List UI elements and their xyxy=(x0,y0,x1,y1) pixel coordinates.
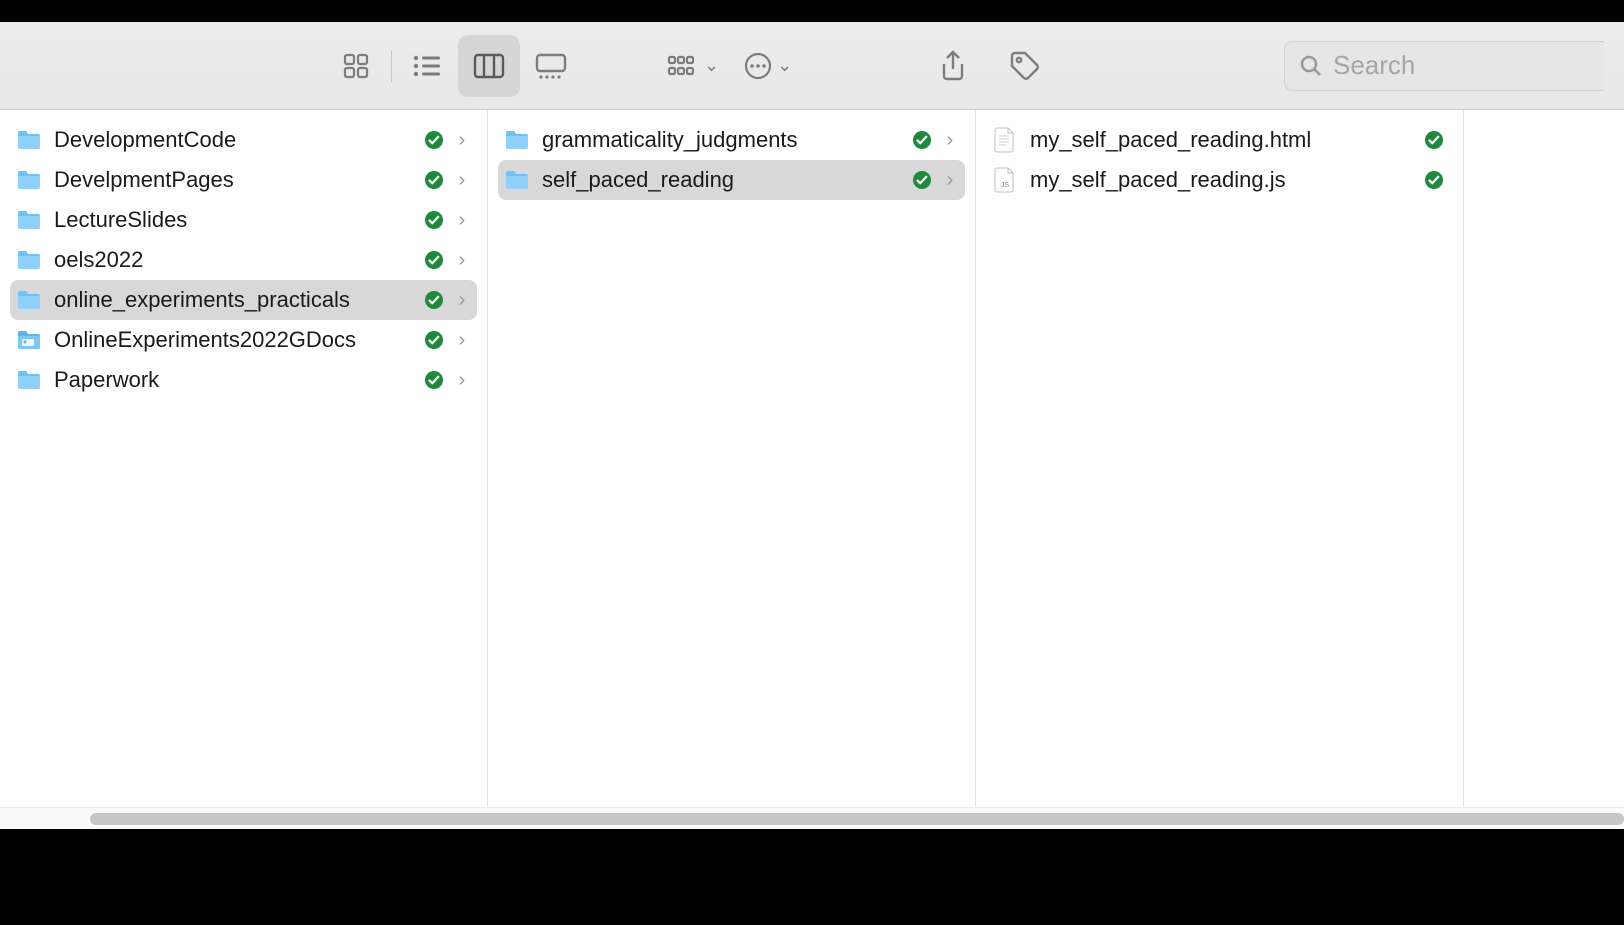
horizontal-scrollbar[interactable] xyxy=(0,807,1624,829)
sync-status-icon xyxy=(911,129,933,151)
search-input[interactable] xyxy=(1333,50,1573,81)
folder-icon xyxy=(14,329,44,351)
chevron-right-icon: › xyxy=(943,169,957,192)
column-3[interactable]: my_self_paced_reading.html JS my_self_pace… xyxy=(976,110,1464,829)
item-label: my_self_paced_reading.html xyxy=(1030,127,1413,153)
folder-item[interactable]: grammaticality_judgments › xyxy=(498,120,965,160)
list-view-button[interactable] xyxy=(396,35,458,97)
sync-status-icon xyxy=(423,289,445,311)
file-item[interactable]: my_self_paced_reading.html xyxy=(986,120,1453,160)
group-by-button[interactable] xyxy=(662,35,704,97)
chevron-down-icon: ⌄ xyxy=(704,55,719,76)
item-label: oels2022 xyxy=(54,247,413,273)
sync-status-icon xyxy=(423,249,445,271)
item-label: self_paced_reading xyxy=(542,167,901,193)
item-label: online_experiments_practicals xyxy=(54,287,413,313)
file-item[interactable]: JS my_self_paced_reading.js xyxy=(986,160,1453,200)
file-icon: JS xyxy=(990,167,1020,193)
item-label: DevelopmentCode xyxy=(54,127,413,153)
sync-status-icon xyxy=(423,369,445,391)
item-label: Paperwork xyxy=(54,367,413,393)
folder-icon xyxy=(502,169,532,191)
gallery-view-button[interactable] xyxy=(520,35,582,97)
sync-status-icon xyxy=(423,329,445,351)
column-view-button[interactable] xyxy=(458,35,520,97)
folder-item[interactable]: OnlineExperiments2022GDocs › xyxy=(10,320,477,360)
chevron-right-icon: › xyxy=(455,209,469,232)
folder-item[interactable]: DevelopmentCode › xyxy=(10,120,477,160)
tags-button[interactable] xyxy=(994,35,1056,97)
action-menu-button[interactable] xyxy=(739,35,777,97)
sync-status-icon xyxy=(911,169,933,191)
item-label: LectureSlides xyxy=(54,207,413,233)
chevron-right-icon: › xyxy=(455,329,469,352)
scrollbar-thumb[interactable] xyxy=(90,813,1624,825)
folder-icon xyxy=(14,249,44,271)
folder-item[interactable]: DevelpmentPages › xyxy=(10,160,477,200)
folder-icon xyxy=(14,169,44,191)
sync-status-icon xyxy=(1423,129,1445,151)
toolbar: ⌄ ⌄ xyxy=(0,22,1624,110)
item-label: grammaticality_judgments xyxy=(542,127,901,153)
column-1[interactable]: DevelopmentCode›DevelpmentPages›LectureS… xyxy=(0,110,488,829)
folder-item[interactable]: Paperwork › xyxy=(10,360,477,400)
sync-status-icon xyxy=(423,129,445,151)
folder-icon xyxy=(502,129,532,151)
search-field[interactable] xyxy=(1284,41,1604,91)
item-label: DevelpmentPages xyxy=(54,167,413,193)
svg-text:JS: JS xyxy=(1001,182,1010,189)
icon-view-button[interactable] xyxy=(325,35,387,97)
folder-item[interactable]: LectureSlides › xyxy=(10,200,477,240)
chevron-right-icon: › xyxy=(455,289,469,312)
folder-icon xyxy=(14,289,44,311)
view-mode-group xyxy=(325,35,582,97)
folder-item[interactable]: oels2022 › xyxy=(10,240,477,280)
chevron-down-icon: ⌄ xyxy=(777,55,792,76)
item-label: my_self_paced_reading.js xyxy=(1030,167,1413,193)
chevron-right-icon: › xyxy=(455,129,469,152)
item-label: OnlineExperiments2022GDocs xyxy=(54,327,413,353)
folder-item[interactable]: online_experiments_practicals › xyxy=(10,280,477,320)
search-icon xyxy=(1299,54,1323,78)
folder-icon xyxy=(14,209,44,231)
sync-status-icon xyxy=(423,209,445,231)
column-browser: DevelopmentCode›DevelpmentPages›LectureS… xyxy=(0,110,1624,829)
finder-window: ⌄ ⌄ xyxy=(0,22,1624,829)
sync-status-icon xyxy=(423,169,445,191)
chevron-right-icon: › xyxy=(455,369,469,392)
folder-item[interactable]: self_paced_reading › xyxy=(498,160,965,200)
folder-icon xyxy=(14,369,44,391)
folder-icon xyxy=(14,129,44,151)
share-button[interactable] xyxy=(922,35,984,97)
file-icon xyxy=(990,127,1020,153)
chevron-right-icon: › xyxy=(455,249,469,272)
sync-status-icon xyxy=(1423,169,1445,191)
chevron-right-icon: › xyxy=(455,169,469,192)
chevron-right-icon: › xyxy=(943,129,957,152)
column-2[interactable]: grammaticality_judgments›self_paced_read… xyxy=(488,110,976,829)
